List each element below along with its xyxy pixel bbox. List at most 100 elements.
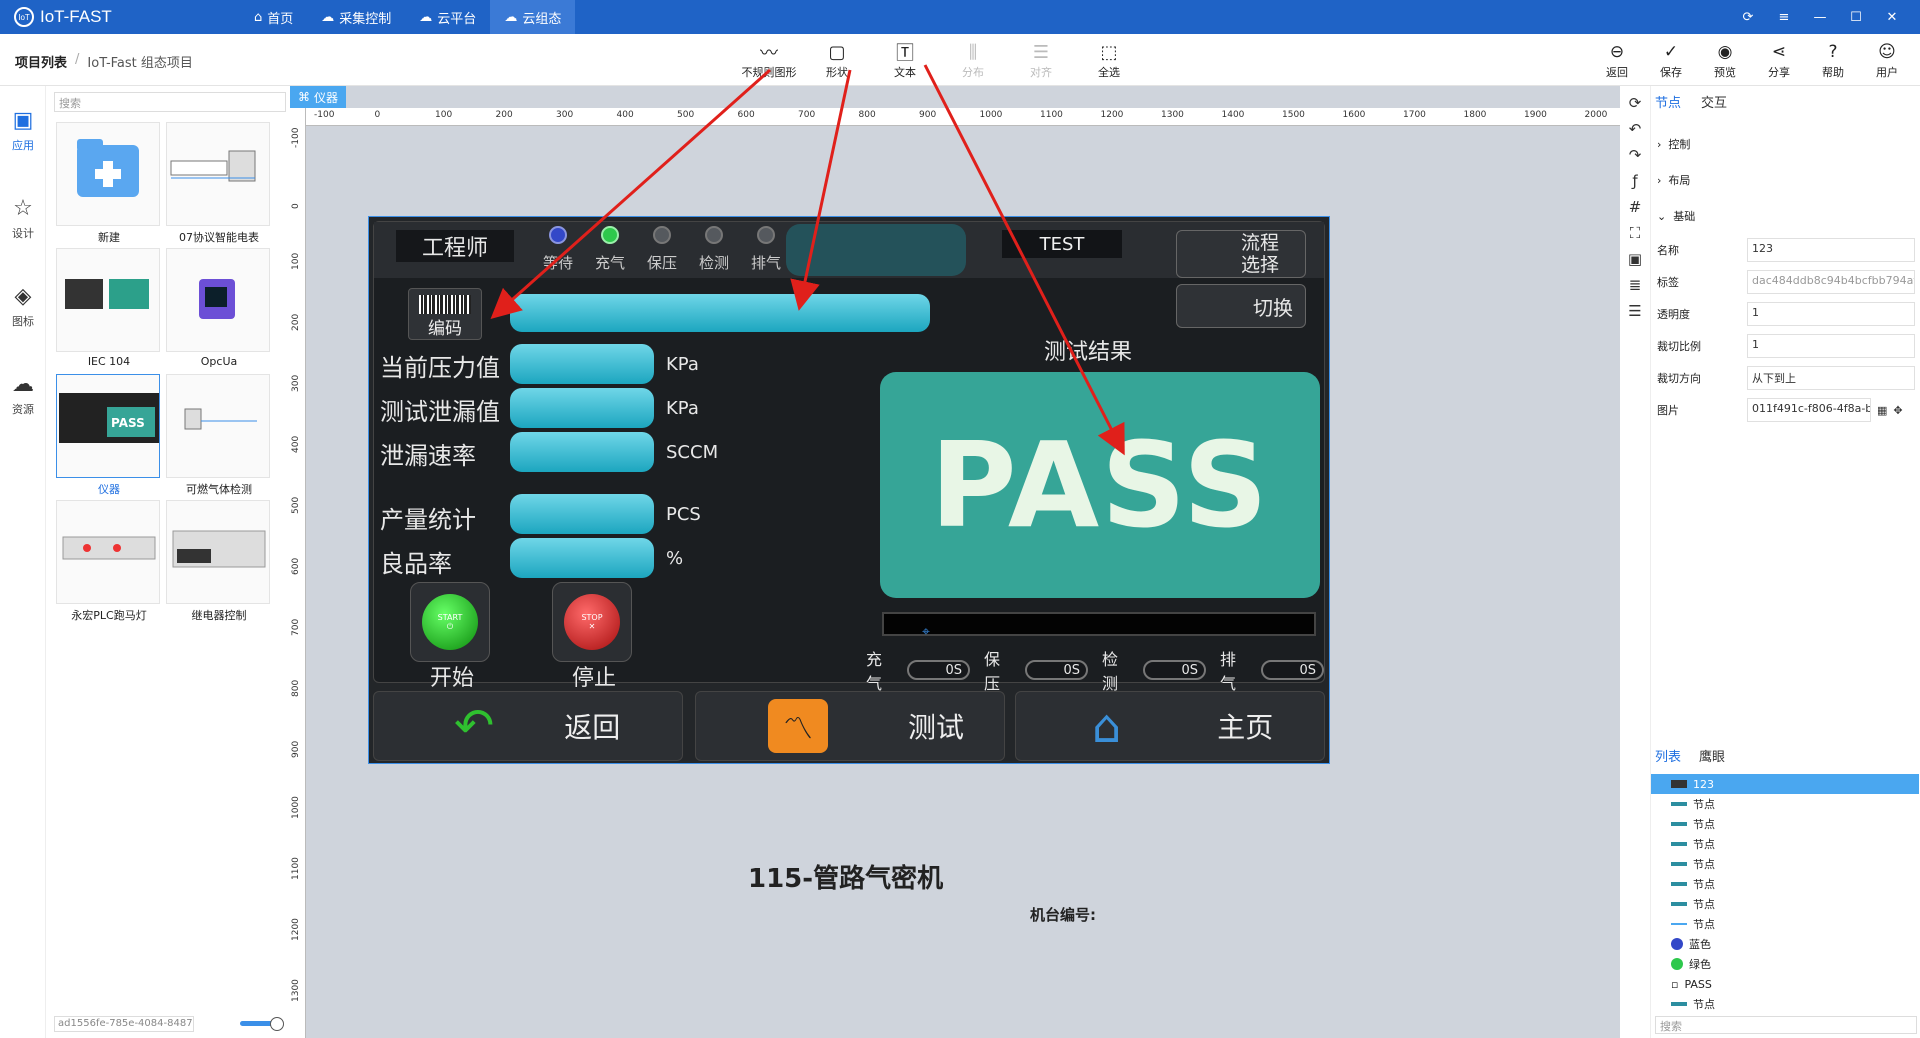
leak-rate-bar[interactable]	[510, 432, 654, 472]
refresh-icon[interactable]: ⟳	[1730, 0, 1766, 34]
tree-item[interactable]: 节点	[1651, 874, 1919, 894]
help-button[interactable]: ? 帮助	[1806, 40, 1860, 80]
tree-item[interactable]: 绿色	[1651, 954, 1919, 974]
canvas-tab[interactable]: ⌘ 仪器	[290, 86, 347, 108]
name-input[interactable]: 123	[1747, 238, 1915, 262]
pass-result-box[interactable]: PASS	[880, 372, 1320, 598]
nav-collect-control[interactable]: ☁ 采集控制	[307, 0, 405, 34]
shape-tool[interactable]: ▢ 形状	[803, 40, 871, 80]
image-thumb-icon[interactable]: ▦	[1877, 404, 1887, 417]
leak-value-bar[interactable]	[510, 388, 654, 428]
grid-icon[interactable]: #	[1629, 198, 1642, 216]
gallery-search-input[interactable]: 搜索	[54, 92, 286, 112]
tree-item[interactable]: 节点	[1651, 894, 1919, 914]
hmi-back-button[interactable]: ↶ 返回	[373, 691, 683, 761]
tree-item[interactable]: 节点	[1651, 814, 1919, 834]
section-basic[interactable]: ⌄ 基础	[1657, 208, 1695, 224]
list-icon[interactable]: ≣	[1629, 276, 1642, 294]
lock-icon[interactable]: ▣	[1628, 250, 1642, 268]
sidebar-item-apps[interactable]: ▣ 应用	[0, 86, 46, 174]
tree-item[interactable]: 节点	[1651, 994, 1919, 1014]
tree-item[interactable]: 蓝色	[1651, 934, 1919, 954]
sidebar-label: 图标	[12, 314, 34, 328]
tree-item[interactable]: 123	[1651, 774, 1919, 794]
start-button[interactable]: START ⏻	[410, 582, 490, 662]
tab-list[interactable]: 列表	[1655, 746, 1681, 765]
fit-icon[interactable]: ⛶	[1630, 224, 1641, 242]
text-node-icon: ▫	[1671, 977, 1679, 991]
gallery-item-meter[interactable]: 07协议智能电表	[166, 122, 270, 244]
nav-label: 测试	[908, 711, 965, 744]
nav-cloud-config[interactable]: ☁ 云组态	[490, 0, 576, 34]
help-icon: ?	[1828, 42, 1838, 62]
tree-item[interactable]: ▫ PASS	[1651, 974, 1919, 994]
user-button[interactable]: ☺ 用户	[1860, 40, 1914, 80]
breadcrumb-root[interactable]: 项目列表	[15, 52, 67, 71]
crop-direction-select[interactable]: 从下到上	[1747, 366, 1915, 390]
maximize-icon[interactable]: ☐	[1838, 0, 1874, 34]
minimize-icon[interactable]: —	[1802, 0, 1838, 34]
crop-ratio-input[interactable]: 1	[1747, 334, 1915, 358]
gallery-item-opcua[interactable]: OpcUa	[166, 248, 270, 368]
tree-item[interactable]: 节点	[1651, 914, 1919, 934]
flow-select-button[interactable]: 流程 选择	[1176, 230, 1306, 278]
preview-button[interactable]: ◉ 预览	[1698, 40, 1752, 80]
redo-icon[interactable]: ↷	[1629, 146, 1642, 164]
section-layout[interactable]: › 布局	[1657, 172, 1690, 188]
sidebar-item-design[interactable]: ☆ 设计	[0, 174, 46, 262]
hmi-panel[interactable]: 工程师 等待 充气 保压 检测 排气 TEST 流程 选择 切换 编码 当前压力…	[368, 216, 1330, 764]
canvas-area[interactable]: ⌘ 仪器 -100 0 100 200 300 400 500 600 700 800 900 1000…	[290, 86, 1620, 1038]
nav-cloud-platform[interactable]: ☁ 云平台	[405, 0, 490, 34]
irregular-shape-tool[interactable]: 〰不规则图形	[735, 40, 803, 80]
pressure-value-bar[interactable]	[510, 344, 654, 384]
text-tool[interactable]: 🅃 文本	[871, 40, 939, 80]
app-logo[interactable]: IoT IoT-FAST	[14, 6, 112, 28]
tree-item[interactable]: 节点	[1651, 834, 1919, 854]
tool-label: 形状	[826, 66, 848, 79]
save-button[interactable]: ✓ 保存	[1644, 40, 1698, 80]
sidebar-item-icons[interactable]: ◈ 图标	[0, 262, 46, 350]
gallery-item-relay[interactable]: 继电器控制	[166, 500, 270, 622]
gallery-item-gas[interactable]: 可燃气体检测	[166, 374, 270, 496]
tree-item[interactable]: 节点	[1651, 794, 1919, 814]
share-button[interactable]: ⋖ 分享	[1752, 40, 1806, 80]
tab-node[interactable]: 节点	[1655, 92, 1681, 111]
menu-icon[interactable]: ≡	[1766, 0, 1802, 34]
tab-eagle-eye[interactable]: 鹰眼	[1699, 746, 1725, 765]
image-input[interactable]: 011f491c-f806-4f8a-b	[1747, 398, 1871, 422]
stop-button[interactable]: STOP ✕	[552, 582, 632, 662]
project-id-field[interactable]: ad1556fe-785e-4084-8487-f5e8	[54, 1016, 194, 1032]
chevron-right-icon: ›	[1657, 174, 1662, 187]
nav-home[interactable]: ⌂ 首页	[240, 0, 307, 34]
hmi-home-button[interactable]: ⌂ 主页	[1015, 691, 1325, 761]
function-icon[interactable]: ƒ	[1632, 172, 1637, 190]
opacity-input[interactable]: 1	[1747, 302, 1915, 326]
tag-input[interactable]: dac484ddb8c94b4bcfbb794at	[1747, 270, 1915, 294]
back-button[interactable]: ⊖ 返回	[1590, 40, 1644, 80]
yield-count-bar[interactable]	[510, 494, 654, 534]
sidebar-item-resources[interactable]: ☁ 资源	[0, 350, 46, 438]
good-rate-bar[interactable]	[510, 538, 654, 578]
gallery-item-instrument[interactable]: PASS 仪器	[56, 374, 160, 496]
close-icon[interactable]: ✕	[1874, 0, 1910, 34]
gallery-item-new[interactable]: 新建	[56, 122, 160, 244]
tree-item[interactable]: 节点	[1651, 854, 1919, 874]
align-tool[interactable]: ☰ 对齐	[1007, 40, 1075, 80]
barcode-button[interactable]: 编码	[408, 288, 482, 340]
gallery-item-iec104[interactable]: IEC 104	[56, 248, 160, 368]
hmi-test-button[interactable]: 〽 测试	[695, 691, 1005, 761]
tab-interaction[interactable]: 交互	[1701, 92, 1727, 111]
layers-icon[interactable]: ☰	[1628, 302, 1641, 320]
distribute-tool[interactable]: ⫼ 分布	[939, 40, 1007, 80]
zoom-slider[interactable]	[240, 1017, 284, 1031]
gallery-item-plc[interactable]: 永宏PLC跑马灯	[56, 500, 160, 622]
refresh-icon[interactable]: ⟳	[1629, 94, 1642, 112]
layer-search-input[interactable]: 搜索	[1655, 1016, 1917, 1034]
barcode-input-bar[interactable]	[510, 294, 930, 332]
section-control[interactable]: › 控制	[1657, 136, 1690, 152]
select-all-tool[interactable]: ⬚ 全选	[1075, 40, 1143, 80]
switch-button[interactable]: 切换	[1176, 284, 1306, 328]
undo-icon[interactable]: ↶	[1629, 120, 1642, 138]
stop-label: 停止	[572, 666, 617, 691]
move-icon[interactable]: ✥	[1893, 404, 1902, 417]
